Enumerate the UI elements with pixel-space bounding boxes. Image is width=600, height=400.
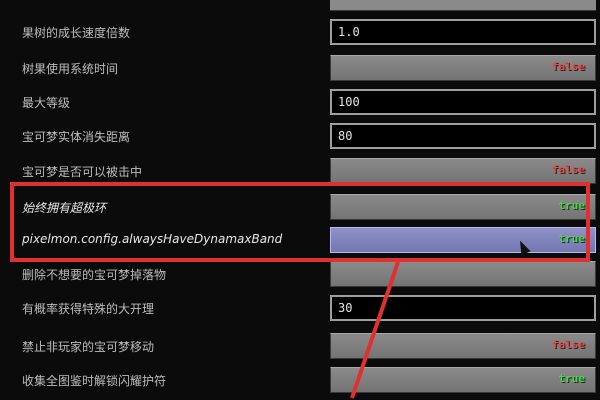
config-row-freeze-wild: 禁止非玩家的宝可梦移动 false [0, 330, 600, 362]
input-value: 80 [338, 129, 353, 143]
setting-label: 最大等级 [22, 96, 71, 110]
hittable-toggle[interactable]: false [330, 158, 596, 184]
setting-label: 删除不想要的宝可梦掉落物 [22, 268, 167, 282]
input-value: 30 [338, 301, 353, 315]
remove-drops-toggle[interactable] [330, 261, 596, 287]
config-row-shiny-charm: 收集全图鉴时解锁闪耀护符 true [0, 364, 600, 396]
berry-growth-input[interactable]: 1.0 [330, 19, 596, 45]
special-chance-input[interactable]: 30 [330, 295, 596, 321]
toggle-value: false [551, 60, 585, 73]
highlight-box [10, 182, 590, 262]
berry-system-time-toggle[interactable]: false [330, 55, 596, 81]
toggle-value: true [558, 372, 586, 385]
despawn-distance-input[interactable]: 80 [330, 123, 596, 149]
setting-label: 有概率获得特殊的大开理 [22, 302, 155, 316]
config-row-remove-drops: 删除不想要的宝可梦掉落物 [0, 258, 600, 290]
config-row-despawn-distance: 宝可梦实体消失距离 80 [0, 120, 600, 152]
toggle-value: false [551, 338, 585, 351]
config-row-berry-system-time: 树果使用系统时间 false [0, 52, 600, 84]
config-row-max-level: 最大等级 100 [0, 86, 600, 118]
config-row-berry-growth: 果树的成长速度倍数 1.0 [0, 16, 600, 48]
max-level-input[interactable]: 100 [330, 89, 596, 115]
input-value: 100 [338, 95, 360, 109]
setting-label: 树果使用系统时间 [22, 62, 119, 76]
setting-label: 宝可梦实体消失距离 [22, 130, 131, 144]
previous-toggle-button[interactable] [330, 0, 596, 11]
freeze-wild-toggle[interactable]: false [330, 333, 596, 359]
shiny-charm-toggle[interactable]: true [330, 367, 596, 393]
setting-label: 禁止非玩家的宝可梦移动 [22, 340, 155, 354]
setting-label: 收集全图鉴时解锁闪耀护符 [22, 374, 167, 388]
config-row-special-chance: 有概率获得特殊的大开理 30 [0, 292, 600, 324]
setting-label: 宝可梦是否可以被击中 [22, 165, 143, 179]
setting-label: 果树的成长速度倍数 [22, 26, 131, 40]
toggle-value: false [551, 163, 585, 176]
input-value: 1.0 [338, 25, 360, 39]
